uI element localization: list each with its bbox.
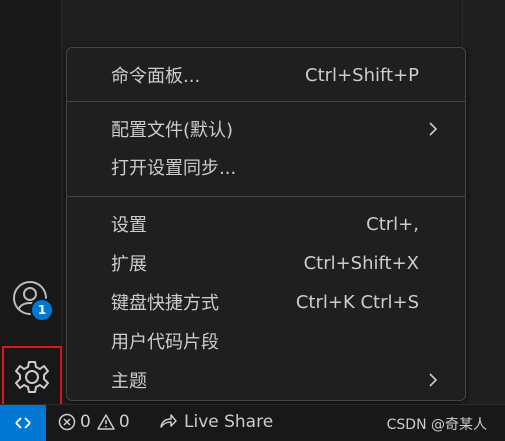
remote-button[interactable] (0, 405, 46, 441)
menu-item-command-palette[interactable]: 命令面板... Ctrl+Shift+P (67, 57, 465, 93)
menu-item-label: 主题 (111, 371, 147, 392)
menu-item-label: 键盘快捷方式 (111, 293, 219, 314)
menu-item-label: 用户代码片段 (111, 332, 219, 353)
live-share-label: Live Share (184, 412, 274, 432)
menu-item-keyboard-shortcuts[interactable]: 键盘快捷方式 Ctrl+K Ctrl+S (67, 284, 465, 320)
chevron-right-icon (429, 122, 438, 136)
status-bar: 0 0 Live Share CSDN @奇某人 (0, 404, 505, 441)
menu-item-label: 设置 (111, 215, 147, 236)
menu-item-shortcut: Ctrl+Shift+P (305, 64, 419, 86)
menu-item-label: 扩展 (111, 254, 147, 275)
menu-item-profile[interactable]: 配置文件(默认) (67, 111, 465, 147)
live-share-icon (160, 414, 177, 428)
activity-bar (0, 0, 62, 404)
warning-icon (97, 414, 115, 430)
menu-item-label: 命令面板... (111, 66, 201, 87)
menu-separator (67, 196, 465, 197)
warning-count: 0 (118, 412, 130, 432)
watermark: CSDN @奇某人 (386, 417, 487, 433)
menu-item-user-snippets[interactable]: 用户代码片段 (67, 323, 465, 359)
menu-item-label: 配置文件(默认) (111, 120, 234, 141)
remote-icon (15, 417, 31, 429)
manage-button[interactable] (2, 346, 62, 408)
menu-separator (67, 101, 465, 102)
manage-context-menu: 命令面板... Ctrl+Shift+P 配置文件(默认) 打开设置同步... … (66, 47, 466, 401)
error-count: 0 (80, 412, 91, 432)
live-share-button[interactable]: Live Share (158, 412, 273, 432)
menu-item-shortcut: Ctrl+Shift+X (303, 252, 419, 274)
menu-item-shortcut: Ctrl+K Ctrl+S (295, 291, 419, 313)
menu-item-shortcut: Ctrl+, (366, 213, 419, 235)
problems-indicator[interactable]: 0 0 (58, 412, 136, 432)
chevron-right-icon (429, 373, 438, 387)
menu-item-settings-sync[interactable]: 打开设置同步... (67, 149, 465, 185)
menu-item-themes[interactable]: 主题 (67, 362, 465, 398)
gear-icon (15, 361, 49, 393)
menu-item-settings[interactable]: 设置 Ctrl+, (67, 206, 465, 242)
menu-item-extensions[interactable]: 扩展 Ctrl+Shift+X (67, 245, 465, 281)
menu-item-label: 打开设置同步... (111, 158, 237, 179)
error-icon (58, 413, 76, 431)
account-badge: 1 (30, 298, 54, 322)
